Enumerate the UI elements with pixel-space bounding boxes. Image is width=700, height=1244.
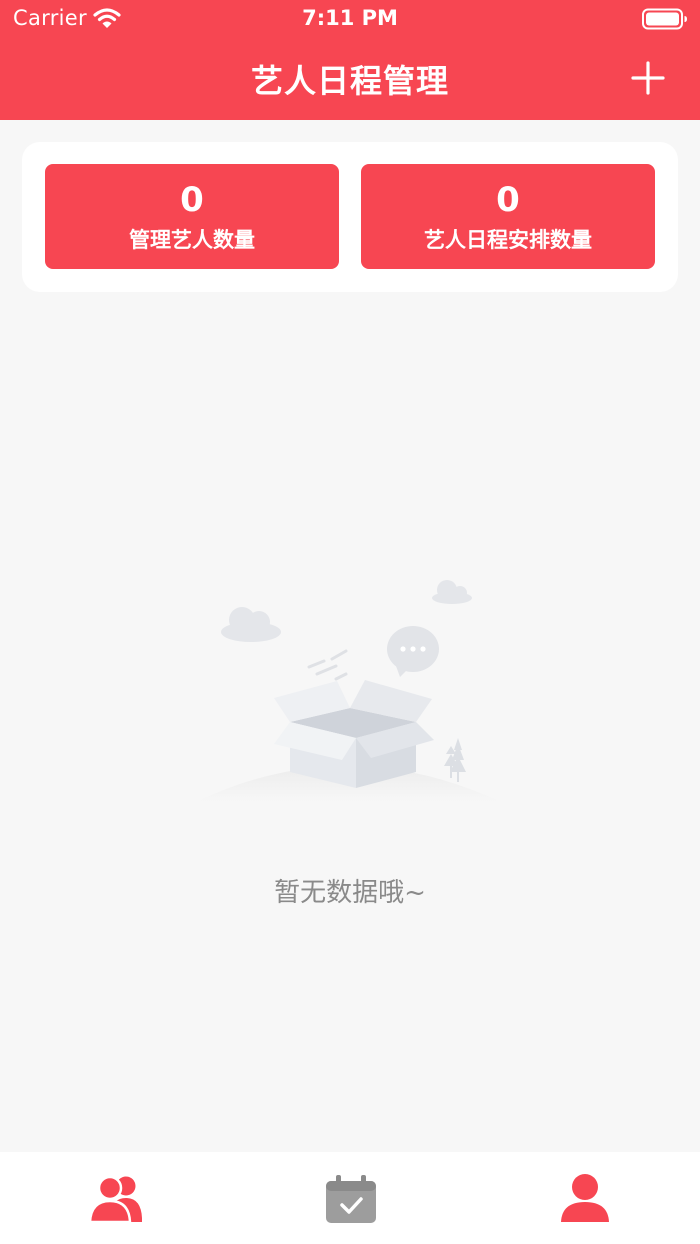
chat-bubble-icon	[387, 626, 439, 677]
tree-icon	[444, 738, 466, 782]
profile-icon	[561, 1174, 609, 1222]
tab-artists[interactable]	[88, 1172, 148, 1228]
tab-bar	[0, 1152, 700, 1244]
schedule-count-value: 0	[496, 180, 520, 220]
summary-card: 0 管理艺人数量 0 艺人日程安排数量	[22, 142, 678, 292]
cloud-icon	[432, 580, 472, 604]
artist-count-value: 0	[180, 180, 204, 220]
page-title: 艺人日程管理	[250, 62, 449, 100]
status-time: 7:11 PM	[302, 6, 398, 30]
status-bar: Carrier 7:11 PM	[0, 0, 700, 40]
plus-icon	[631, 61, 665, 95]
artist-count-card[interactable]: 0 管理艺人数量	[45, 164, 339, 269]
artists-icon	[88, 1175, 142, 1224]
add-button[interactable]	[628, 58, 668, 98]
artist-count-label: 管理艺人数量	[129, 228, 255, 252]
box-icon	[274, 680, 434, 788]
schedule-count-card[interactable]: 0 艺人日程安排数量	[361, 164, 655, 269]
calendar-check-icon	[326, 1175, 376, 1223]
tab-schedule[interactable]	[321, 1172, 381, 1228]
cloud-icon	[221, 607, 281, 642]
header: Carrier 7:11 PM 艺人日程管理	[0, 0, 700, 120]
empty-box-illustration	[196, 580, 501, 802]
battery-icon	[642, 8, 687, 30]
tab-profile[interactable]	[555, 1172, 615, 1228]
schedule-count-label: 艺人日程安排数量	[424, 228, 592, 252]
empty-state-text: 暂无数据哦~	[274, 878, 426, 908]
